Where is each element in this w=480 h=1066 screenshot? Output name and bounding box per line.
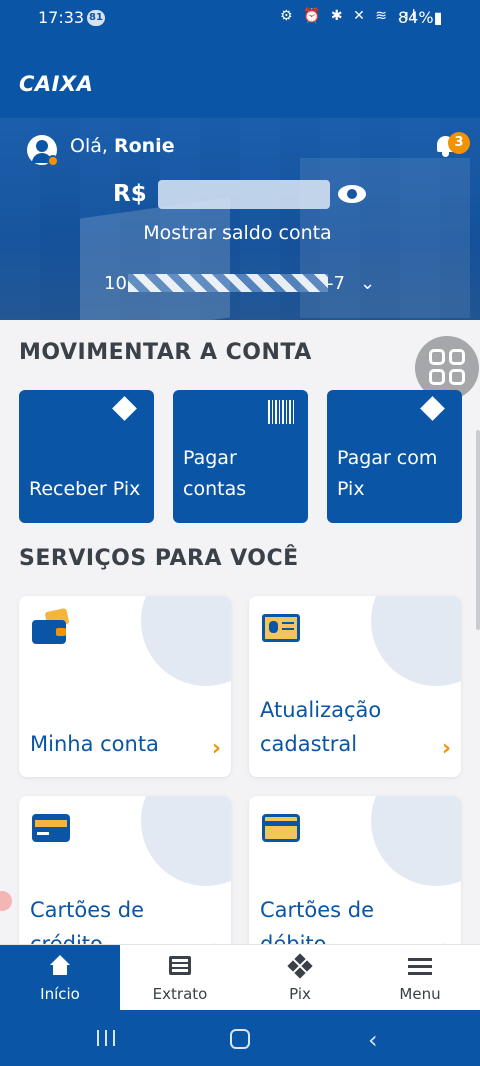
nav-tab-statement[interactable]: Extrato: [120, 945, 240, 1011]
pix-pay-icon: [420, 396, 450, 426]
background-building: [80, 197, 230, 320]
wallet-icon: [32, 607, 70, 644]
nav-label: Pix: [289, 985, 311, 1003]
hidden-balance: [158, 180, 330, 209]
id-card-icon: [262, 610, 300, 644]
grid-icon: [429, 349, 445, 365]
service-card-registration-update[interactable]: Atualização cadastral ›: [249, 596, 461, 777]
floating-assistant-dot[interactable]: [0, 891, 12, 911]
nav-tab-home[interactable]: Início: [0, 945, 120, 1011]
credit-card-icon: [32, 810, 70, 844]
nav-label: Extrato: [152, 985, 208, 1003]
battery-level: 84%▮: [398, 8, 443, 27]
section-title-services: SERVIÇOS PARA VOCÊ: [19, 546, 299, 571]
nav-tab-pix[interactable]: Pix: [240, 945, 360, 1011]
account-number-masked: [128, 274, 328, 292]
recent-apps-icon[interactable]: [97, 1030, 117, 1046]
app-header: CAIXA: [0, 36, 480, 118]
clock: 17:33: [38, 8, 85, 27]
pix-icon: [287, 953, 313, 979]
nav-tab-menu[interactable]: Menu: [360, 945, 480, 1011]
notifications-bell-icon[interactable]: 3: [434, 132, 470, 158]
quick-action-pay-with-pix[interactable]: Pagar com Pix: [327, 390, 462, 523]
user-avatar-icon[interactable]: [27, 135, 59, 167]
currency-symbol: R$: [113, 181, 147, 207]
scrollbar[interactable]: [476, 430, 480, 630]
nav-label: Menu: [399, 985, 441, 1003]
greeting: Olá, Ronie: [70, 135, 175, 157]
account-number-suffix: -7: [327, 273, 345, 294]
account-hero: Olá, Ronie 3 R$ Mostrar saldo conta 10 -…: [0, 118, 480, 320]
bottom-navigation: Início Extrato Pix Menu: [0, 944, 480, 1011]
quick-action-pay-bills[interactable]: Pagar contas: [173, 390, 308, 523]
account-selector-chevron-down-icon[interactable]: ⌄: [360, 273, 375, 294]
pix-receive-icon: [112, 396, 142, 426]
chevron-right-icon: ›: [211, 736, 221, 761]
notification-count-badge: 81: [87, 10, 105, 26]
back-icon[interactable]: ‹: [368, 1026, 378, 1054]
notification-badge: 3: [448, 132, 470, 154]
service-card-label: Atualização cadastral: [260, 698, 382, 756]
greeting-text: Olá,: [70, 135, 108, 157]
menu-icon: [408, 955, 432, 977]
system-navigation-bar: ‹: [0, 1010, 480, 1066]
quick-action-label: Pagar com Pix: [337, 447, 438, 500]
quick-action-label: Pagar contas: [183, 447, 247, 500]
service-card-my-account[interactable]: Minha conta ›: [19, 596, 231, 777]
nav-label: Início: [40, 985, 80, 1003]
section-title-move: MOVIMENTAR A CONTA: [19, 340, 312, 365]
system-home-icon[interactable]: [230, 1029, 250, 1049]
service-card-label: Minha conta: [30, 732, 159, 756]
caixa-logo: CAIXA: [19, 72, 94, 96]
show-balance-eye-icon[interactable]: [338, 183, 366, 203]
home-icon: [48, 955, 72, 977]
debit-card-icon: [262, 810, 300, 844]
user-name: Ronie: [113, 135, 175, 157]
quick-action-receive-pix[interactable]: Receber Pix: [19, 390, 154, 523]
quick-action-label: Receber Pix: [29, 478, 141, 500]
status-bar: 17:33 81 ⚙ ⏰ ✱ ✕ ≋ .ıl 84%▮: [0, 0, 480, 36]
show-balance-link[interactable]: Mostrar saldo conta: [0, 222, 475, 244]
account-number-prefix: 10: [104, 273, 127, 294]
barcode-icon: [268, 398, 296, 426]
statement-icon: [168, 955, 192, 977]
chevron-right-icon: ›: [441, 736, 451, 761]
